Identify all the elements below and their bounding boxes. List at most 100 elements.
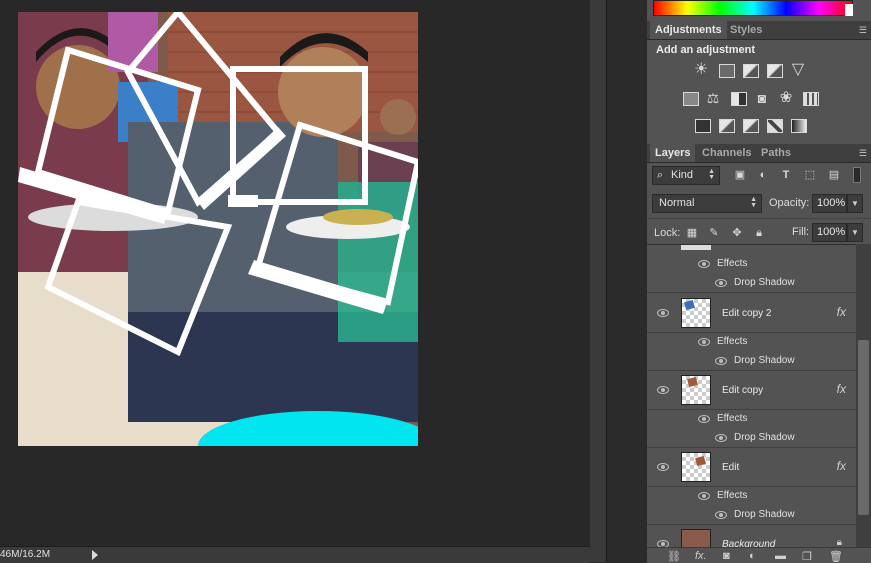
filter-smart-object-icon[interactable]: ▤: [827, 168, 841, 182]
right-panel: Adjustments Styles ☰ Add an adjustment ☀…: [647, 0, 871, 563]
drop-shadow-label: Drop Shadow: [734, 509, 795, 520]
layer-row-edit-copy-2[interactable]: Edit copy 2 fx: [647, 294, 856, 333]
layers-panel-menu-icon[interactable]: ☰: [859, 148, 867, 159]
drop-shadow-row[interactable]: Drop Shadow: [647, 505, 856, 525]
effects-row[interactable]: Effects: [647, 332, 856, 351]
filter-toggle-switch[interactable]: [853, 167, 861, 183]
layer-row-edit[interactable]: Edit fx: [647, 448, 856, 487]
layer-row-edit-copy[interactable]: Edit copy fx: [647, 371, 856, 410]
filter-pixel-icon[interactable]: ▣: [733, 168, 747, 182]
canvas-workspace[interactable]: [0, 0, 590, 546]
layers-list[interactable]: Effects Drop Shadow Edit copy 2 fx Effec…: [647, 244, 856, 548]
document-size-readout: 46M/16.2M: [0, 549, 51, 560]
tab-layers[interactable]: Layers: [650, 144, 696, 162]
eye-icon[interactable]: [715, 511, 727, 519]
tab-styles[interactable]: Styles: [725, 21, 767, 39]
visibility-eye-icon[interactable]: [657, 309, 669, 317]
status-menu-arrow-icon[interactable]: [92, 550, 98, 560]
adjustment-icons-row-2: ⚖ ◙ ❀: [647, 90, 871, 109]
brightness-contrast-icon[interactable]: ☀: [694, 62, 708, 78]
color-ramp-white[interactable]: [845, 4, 853, 16]
fx-icon[interactable]: fx: [837, 382, 846, 396]
delete-layer-icon[interactable]: 🗑︎: [829, 550, 843, 563]
link-layers-icon[interactable]: ⛓: [667, 550, 681, 563]
adjustments-tab-bar: Adjustments Styles ☰: [647, 21, 871, 40]
exposure-icon[interactable]: [767, 64, 783, 78]
blend-mode-select[interactable]: Normal ▲ ▼: [652, 194, 762, 213]
lock-pixels-icon[interactable]: ✎: [707, 226, 721, 240]
fill-dropdown-icon[interactable]: ▼: [847, 223, 863, 242]
layer-name[interactable]: Edit copy: [722, 385, 763, 396]
vibrance-icon[interactable]: ▽: [791, 62, 805, 78]
filter-kind-select[interactable]: ⌕ Kind ▲ ▼: [652, 166, 720, 185]
drop-shadow-row[interactable]: Drop Shadow: [647, 351, 856, 371]
levels-icon[interactable]: [719, 64, 735, 78]
color-ramp[interactable]: [653, 0, 853, 16]
threshold-icon[interactable]: [743, 119, 759, 133]
panel-dock-column: [606, 0, 647, 562]
panel-menu-icon[interactable]: ☰: [859, 25, 867, 36]
tab-paths[interactable]: Paths: [756, 144, 796, 162]
updown-arrows-icon: ▲ ▼: [750, 196, 757, 209]
lock-position-icon[interactable]: ✥: [730, 226, 744, 240]
eye-icon[interactable]: [715, 434, 727, 442]
color-balance-icon[interactable]: ⚖: [706, 91, 720, 105]
new-group-icon[interactable]: ▬: [775, 550, 786, 562]
gradient-map-icon[interactable]: [791, 119, 807, 133]
document-image[interactable]: [18, 12, 418, 446]
adjustment-icons-row-3: [647, 118, 871, 136]
photo-filter-icon[interactable]: ◙: [755, 91, 769, 105]
black-white-icon[interactable]: [731, 92, 747, 106]
drop-shadow-label: Drop Shadow: [734, 355, 795, 366]
eye-icon[interactable]: [715, 357, 727, 365]
eye-icon[interactable]: [715, 279, 727, 287]
color-lookup-icon[interactable]: [803, 92, 819, 106]
layer-thumbnail: [681, 452, 711, 482]
eye-icon[interactable]: [698, 260, 710, 268]
opacity-field[interactable]: 100%: [812, 194, 847, 213]
curves-icon[interactable]: [743, 64, 759, 78]
adjustment-icons-row-1: ☀ ▽: [647, 62, 871, 81]
new-adjustment-layer-icon[interactable]: ◐: [749, 550, 756, 562]
tab-channels[interactable]: Channels: [697, 144, 757, 162]
lock-all-icon[interactable]: 🔒︎: [752, 226, 766, 240]
eye-icon[interactable]: [698, 338, 710, 346]
opacity-label: Opacity:: [769, 197, 810, 209]
layer-name[interactable]: Edit: [722, 462, 739, 473]
drop-shadow-label: Drop Shadow: [734, 277, 795, 288]
effects-row[interactable]: Effects: [647, 409, 856, 428]
filter-shape-icon[interactable]: ⬚: [803, 168, 817, 182]
new-layer-icon[interactable]: ❐: [802, 550, 812, 563]
fill-field[interactable]: 100%: [812, 223, 847, 242]
panel-divider[interactable]: [590, 0, 606, 562]
drop-shadow-row[interactable]: Drop Shadow: [647, 428, 856, 448]
filter-adjustment-icon[interactable]: ◐: [756, 168, 770, 182]
fx-icon[interactable]: fx: [837, 459, 846, 473]
lock-transparent-icon[interactable]: ▦: [685, 226, 699, 240]
invert-icon[interactable]: [695, 119, 711, 133]
fx-icon[interactable]: fx: [837, 305, 846, 319]
effects-row[interactable]: Effects: [647, 486, 856, 505]
add-layer-style-icon[interactable]: fx.: [695, 550, 707, 562]
blend-mode-value: Normal: [659, 197, 695, 209]
drop-shadow-row[interactable]: Drop Shadow: [647, 273, 856, 293]
eye-icon[interactable]: [698, 415, 710, 423]
selective-color-icon[interactable]: [767, 119, 783, 133]
add-mask-icon[interactable]: ◙: [723, 550, 730, 562]
tab-adjustments[interactable]: Adjustments: [650, 21, 727, 39]
eye-icon[interactable]: [698, 492, 710, 500]
opacity-dropdown-icon[interactable]: ▼: [847, 194, 863, 213]
filter-type-icon[interactable]: T: [779, 168, 793, 182]
layer-row-background[interactable]: Background 🔒︎: [647, 525, 856, 548]
updown-arrows-icon: ▲ ▼: [708, 168, 715, 181]
effects-row[interactable]: Effects: [647, 254, 856, 273]
status-bar: 46M/16.2M: [0, 546, 590, 563]
visibility-eye-icon[interactable]: [657, 386, 669, 394]
layers-scrollbar-thumb[interactable]: [858, 340, 869, 515]
visibility-eye-icon[interactable]: [657, 463, 669, 471]
channel-mixer-icon[interactable]: ❀: [779, 90, 793, 105]
photo-illustration: [18, 12, 418, 446]
hue-saturation-icon[interactable]: [683, 92, 699, 106]
posterize-icon[interactable]: [719, 119, 735, 133]
layer-name[interactable]: Edit copy 2: [722, 308, 771, 319]
